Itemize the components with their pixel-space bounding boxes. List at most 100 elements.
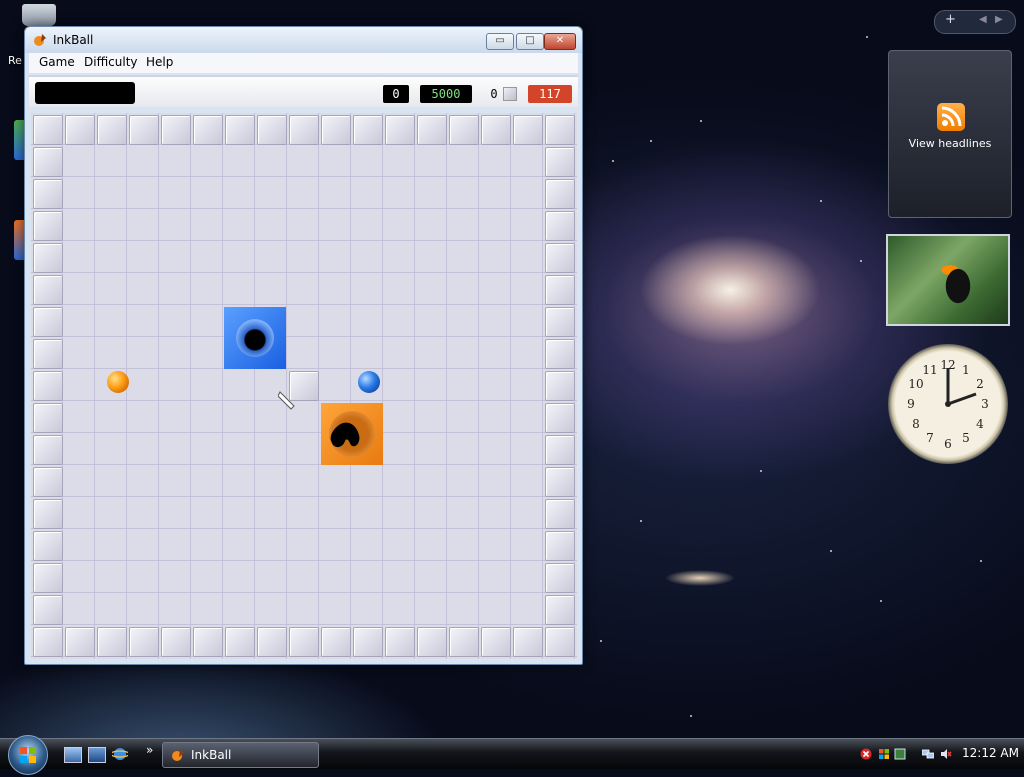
board-wall-block <box>33 371 63 401</box>
svg-text:8: 8 <box>912 417 920 431</box>
board-wall-block <box>225 115 255 145</box>
title-bar[interactable]: InkBall ▭ □ ✕ <box>25 27 582 53</box>
clock-face: 12 12 345 678 91011 <box>907 358 989 451</box>
ball-slot-icon <box>503 87 517 101</box>
board-wall-block <box>545 147 575 177</box>
volume-muted-icon[interactable] <box>940 748 952 760</box>
time-left-counter: 117 <box>528 85 572 103</box>
board-wall-block <box>33 531 63 561</box>
feed-headlines-gadget[interactable]: View headlines <box>888 50 1012 218</box>
maximize-button[interactable]: □ <box>516 33 544 50</box>
board-wall-block <box>33 275 63 305</box>
game-board[interactable] <box>31 113 577 659</box>
board-wall-block <box>545 403 575 433</box>
close-button[interactable]: ✕ <box>544 33 576 50</box>
svg-text:10: 10 <box>908 377 923 391</box>
board-wall-block <box>97 627 127 657</box>
taskbar-inkball-button[interactable]: InkBall <box>162 742 319 768</box>
security-alert-icon[interactable] <box>860 748 872 760</box>
ink-stroke <box>330 422 360 448</box>
next-icon[interactable]: ▶ <box>995 14 1003 25</box>
svg-text:11: 11 <box>922 363 937 377</box>
board-wall-block <box>385 627 415 657</box>
board-wall-block <box>545 243 575 273</box>
internet-explorer-icon[interactable] <box>112 747 128 761</box>
windows-update-icon[interactable] <box>878 748 890 760</box>
board-wall-block <box>161 115 191 145</box>
board-wall-block <box>33 179 63 209</box>
board-wall-block <box>33 499 63 529</box>
menu-help[interactable]: Help <box>146 55 173 69</box>
recycle-bin-icon[interactable] <box>22 4 56 26</box>
board-wall-block <box>545 467 575 497</box>
board-wall-block <box>161 627 191 657</box>
board-wall-block <box>545 627 575 657</box>
board-wall-block <box>33 467 63 497</box>
balls-counter: 0 <box>490 87 498 101</box>
desktop-icon-label[interactable]: Re <box>8 54 22 67</box>
board-wall-block <box>65 115 95 145</box>
board-wall-block <box>481 115 511 145</box>
inkball-app-icon <box>34 34 46 46</box>
score-counter: 0 <box>383 85 409 103</box>
board-wall-block <box>545 179 575 209</box>
board-wall-block <box>129 115 159 145</box>
blue-hole-ring <box>236 319 274 357</box>
board-wall-block <box>353 627 383 657</box>
network-icon[interactable] <box>922 748 934 760</box>
start-button[interactable] <box>8 735 48 775</box>
board-wall-block <box>129 627 159 657</box>
svg-text:3: 3 <box>981 397 989 411</box>
board-wall-block <box>289 115 319 145</box>
blue-ball <box>358 371 380 393</box>
board-wall-block <box>193 627 223 657</box>
sidebar-controls[interactable]: + ◀ ▶ <box>934 10 1016 34</box>
ink-color-display <box>35 82 135 104</box>
board-wall-block <box>481 627 511 657</box>
clock-gadget[interactable]: 12 1 2 345 678 9 10 11 <box>888 344 1008 464</box>
board-wall-block <box>33 115 63 145</box>
action-center-icon[interactable] <box>894 748 906 760</box>
svg-text:4: 4 <box>976 417 984 431</box>
board-wall-block <box>545 435 575 465</box>
menu-bar: Game Difficulty Help <box>29 53 578 73</box>
board-wall-block <box>33 339 63 369</box>
board-wall-block <box>65 627 95 657</box>
board-wall-block <box>545 275 575 305</box>
inkball-window: InkBall ▭ □ ✕ Game Difficulty Help 0 500… <box>24 26 583 665</box>
slideshow-gadget[interactable] <box>886 234 1010 326</box>
rss-icon <box>937 103 965 131</box>
board-wall-block <box>33 563 63 593</box>
show-desktop-icon[interactable] <box>64 747 82 763</box>
menu-difficulty[interactable]: Difficulty <box>84 55 138 69</box>
board-wall-block <box>33 243 63 273</box>
minimize-button[interactable]: ▭ <box>486 33 514 50</box>
board-wall-block <box>33 403 63 433</box>
board-wall-block <box>33 147 63 177</box>
taskbar-clock[interactable]: 12:12 AM <box>962 746 1019 760</box>
taskbar: » InkBall 12:12 AM <box>0 735 1024 775</box>
switch-windows-icon[interactable] <box>88 747 106 763</box>
board-wall-block <box>33 307 63 337</box>
menu-game[interactable]: Game <box>39 55 75 69</box>
board-wall-block <box>225 627 255 657</box>
board-wall-block <box>97 115 127 145</box>
svg-text:1: 1 <box>962 363 970 377</box>
board-wall-block <box>545 371 575 401</box>
board-wall-block <box>33 211 63 241</box>
board-wall-block <box>417 627 447 657</box>
svg-text:5: 5 <box>962 431 970 445</box>
window-title: InkBall <box>53 33 94 47</box>
svg-text:2: 2 <box>976 377 984 391</box>
board-wall-block <box>33 627 63 657</box>
blue-hole <box>224 307 286 369</box>
view-headlines-link[interactable]: View headlines <box>889 137 1011 150</box>
quicklaunch-more-button[interactable]: » <box>146 743 153 757</box>
board-wall-block <box>257 627 287 657</box>
svg-text:7: 7 <box>926 431 934 445</box>
inkball-app-icon <box>172 749 184 761</box>
board-wall-block <box>321 627 351 657</box>
prev-icon[interactable]: ◀ <box>979 14 987 25</box>
add-gadget-icon[interactable]: + <box>945 12 956 27</box>
board-wall-block <box>257 115 287 145</box>
